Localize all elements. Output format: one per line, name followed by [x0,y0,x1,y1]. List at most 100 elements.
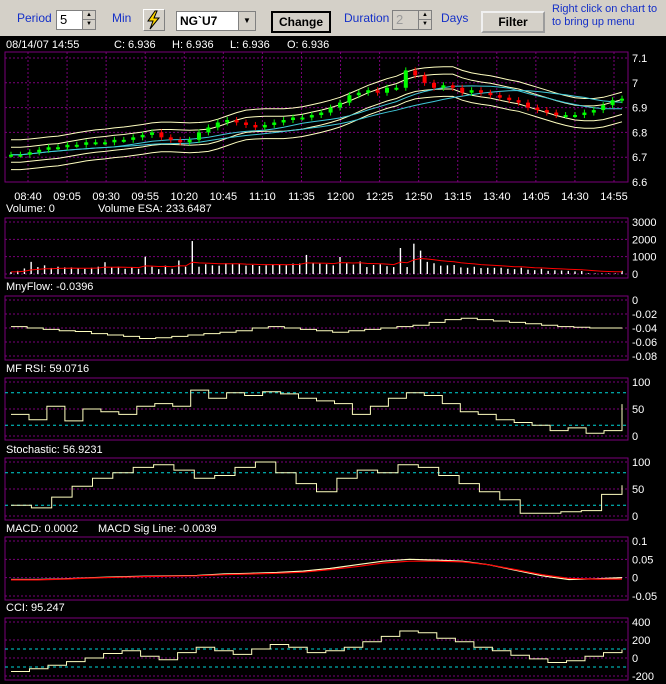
candle-up [121,139,126,142]
y-tick-label: 7.1 [632,53,647,65]
price-pane[interactable]: 08/14/07 14:55 C: 6.936 H: 6.936 L: 6.93… [4,39,647,203]
y-tick-label: 6.9 [632,103,647,115]
symbol-select[interactable]: NG`U7 ▼ [176,11,256,31]
duration-label: Duration [344,11,390,25]
y-tick-label: 50 [632,484,644,496]
upper-band [11,66,623,141]
x-tick-label: 12:50 [405,191,433,203]
candle-down [460,87,465,93]
candle-up [215,122,220,128]
chevron-down-icon[interactable]: ▼ [83,20,95,29]
candle-up [187,139,192,143]
y-tick-label: 3000 [632,217,656,229]
chart-area[interactable]: 08/14/07 14:55 C: 6.936 H: 6.936 L: 6.93… [0,36,666,684]
y-tick-label: 0 [632,573,638,585]
duration-value: 2 [396,12,404,27]
moneyflow-header: MnyFlow: -0.0396 [6,281,93,293]
candle-up [84,142,89,145]
y-tick-label: 0 [632,511,638,523]
candle-up [582,112,587,116]
volume-pane[interactable]: Volume: 0 Volume ESA: 233.6487 3000 2000 1… [4,203,656,281]
x-tick-label: 09:30 [92,191,120,203]
chevron-up-icon[interactable]: ▲ [419,11,431,20]
price-frame [4,51,629,183]
candle-up [46,147,51,150]
y-tick-label: 0.1 [632,536,647,548]
y-tick-label: -0.06 [632,337,657,349]
candle-down [375,90,380,93]
candle-up [140,134,145,138]
candle-up [18,154,23,157]
candle-up [225,120,230,123]
symbol-value: NG`U7 [180,14,218,28]
price-x-ticks: 08:40 09:05 09:30 09:55 10:20 10:45 11:10 11:35… [14,191,628,203]
candle-up [385,87,389,93]
candle-up [347,95,352,103]
candle-down [422,75,427,83]
candle-down [526,102,530,108]
y-tick-label: 6.6 [632,177,647,189]
stochastic-pane[interactable]: Stochastic: 56.9231 100 50 0 [4,444,650,523]
chevron-down-icon[interactable]: ▼ [419,20,431,29]
x-tick-label: 13:15 [444,191,472,203]
volume-esa-header: Volume ESA: 233.6487 [98,203,212,215]
pane-frame [4,536,629,601]
candle-down [168,137,173,140]
candle-up [620,98,624,101]
price-datetime: 08/14/07 14:55 [6,39,79,51]
candle-up [206,127,211,133]
chevron-down-icon[interactable]: ▼ [238,12,255,30]
lower-inner-band [11,88,623,163]
lightning-button[interactable] [143,9,165,31]
toolbar: Period 5 ▲ ▼ Min NG`U7 ▼ Change Duration… [0,0,666,36]
moneyflow-pane[interactable]: MnyFlow: -0.0396 0 -0.02 -0.04 -0.06 -0.08 [4,281,657,363]
duration-spinner[interactable]: 2 ▲ ▼ [392,10,432,30]
period-value: 5 [60,12,68,27]
candle-up [9,154,13,157]
price-open: O: 6.936 [287,39,329,51]
candle-down [244,122,248,125]
period-spinner[interactable]: 5 ▲ ▼ [56,10,96,30]
candle-down [497,95,502,98]
duration-spinner-buttons[interactable]: ▲ ▼ [418,11,431,29]
mfrsi-pane[interactable]: MF RSI: 59.0716 100 50 0 [4,363,650,443]
candle-up [272,122,277,125]
candle-up [262,124,267,128]
volume-plot: 3000 2000 1000 0 [4,217,656,281]
x-tick-label: 14:05 [522,191,550,203]
price-high: H: 6.936 [172,39,214,51]
period-spinner-buttons[interactable]: ▲ ▼ [82,11,95,29]
macd-pane[interactable]: MACD: 0.0002 MACD Sig Line: -0.0039 0.10… [4,523,657,603]
macd-line [11,558,623,581]
candle-up [319,112,324,116]
price-candles [9,67,624,158]
candle-up [309,115,314,118]
stochastic-header: Stochastic: 56.9231 [6,444,103,456]
y-tick-label: 200 [632,635,650,647]
candle-up [300,117,305,120]
y-tick-label: 6.8 [632,127,647,139]
change-button[interactable]: Change [271,11,331,33]
candle-down [507,97,512,101]
y-tick-label: 6.7 [632,152,647,164]
cci-pane[interactable]: CCI: 95.247 400 200 0 -200 [4,602,654,683]
filter-button[interactable]: Filter [481,11,545,33]
candle-down [413,70,418,76]
macd-plot: 0.1 0.05 0 -0.05 [4,536,657,603]
y-tick-label: 100 [632,457,650,469]
price-y-ticks: 7.1 7 6.9 6.8 6.7 6.6 [632,53,647,189]
x-tick-label: 12:25 [366,191,394,203]
moneyflow-plot: 0 -0.02 -0.04 -0.06 -0.08 [4,295,657,363]
candle-up [281,120,286,123]
candle-up [74,144,79,147]
candle-up [328,107,333,113]
mfrsi-header: MF RSI: 59.0716 [6,363,89,375]
candle-up [403,70,408,88]
y-tick-label: 7 [632,78,638,90]
period-label: Period [17,11,52,25]
hint-text: Right click on chart to to bring up menu [552,3,664,29]
y-tick-label: 2000 [632,234,656,246]
x-tick-label: 08:40 [14,191,42,203]
chevron-up-icon[interactable]: ▲ [83,11,95,20]
volume-esa-line [10,257,623,273]
